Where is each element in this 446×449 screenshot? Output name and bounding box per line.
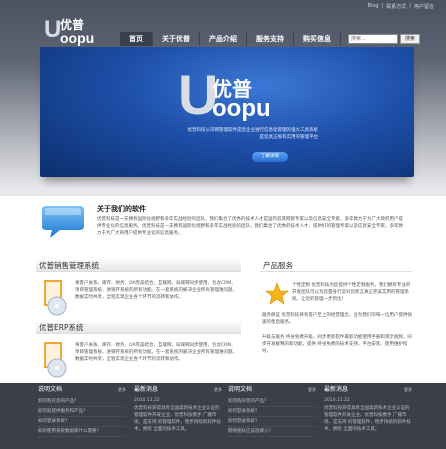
service-heading: 产品服务 bbox=[260, 260, 412, 272]
about-title: 关于我们的软件 bbox=[97, 205, 146, 213]
logo-english: oopu bbox=[60, 30, 95, 46]
about-section: 关于我们的软件 优普科技是一支拥有国际化视野和多年实战经验的团队，我们集合了优秀… bbox=[40, 200, 414, 252]
speech-bubble-icon bbox=[42, 206, 84, 238]
more-link[interactable]: 更多 bbox=[214, 383, 222, 397]
nav-products[interactable]: 产品介绍 bbox=[200, 32, 247, 46]
separator: | bbox=[409, 3, 411, 9]
footer-link[interactable]: 网络图标应该放哪儿？ bbox=[228, 427, 316, 437]
banner-text-line: 优普科技公司网管理软件是您企业进行信息化管理的强大工具系统 bbox=[187, 128, 319, 133]
sales-system-heading[interactable]: 优普销售管理系统 bbox=[36, 260, 241, 272]
banner-text-line: 是您具正规有实用的管理平台 bbox=[259, 135, 319, 140]
more-link[interactable]: 更多 bbox=[308, 383, 316, 397]
star-icon bbox=[265, 282, 289, 305]
contact-link[interactable]: 联系方式 bbox=[386, 3, 406, 10]
more-link[interactable]: 更多 bbox=[404, 383, 412, 397]
footer-link[interactable]: 如何登录系统？ bbox=[38, 417, 126, 427]
footer-col-docs: 说明文档 更多 如何购买您的产品？ 如何就提供服务和产品？ 如何登录系统？ 如何使… bbox=[38, 383, 126, 437]
banner-text: 优普科技公司网管理软件是您企业进行信息化管理的强大工具系统 是您具正规有实用的管… bbox=[148, 127, 319, 141]
news-date: 2010.11.22 bbox=[134, 398, 160, 403]
footer-col-title: 说明文档 bbox=[228, 386, 253, 393]
erp-system-title: 优普ERP系统 bbox=[39, 323, 84, 332]
blog-link[interactable]: Blog bbox=[368, 3, 379, 10]
news-date: 2010.11.22 bbox=[324, 398, 350, 403]
footer-col-title: 说明文档 bbox=[38, 386, 63, 393]
banner-logo-english: oopu bbox=[212, 95, 271, 122]
nav-support[interactable]: 服务支持 bbox=[247, 32, 294, 46]
footer-col-news-2: 最新消息 更多 2010.11.22 优普科技获得具有全国高新技术企业认证的管理软… bbox=[324, 383, 412, 433]
separator: | bbox=[381, 3, 384, 9]
sales-system-card: 将客户关系、库存、财务、OA完美结合，互联网、局域网同步使用。包含CRM、项目管… bbox=[40, 276, 245, 322]
software-box-icon bbox=[44, 280, 67, 316]
learn-more-button[interactable]: 了解详情 bbox=[252, 152, 288, 162]
search-input[interactable] bbox=[348, 34, 398, 44]
nav-home[interactable]: 首页 bbox=[120, 32, 153, 46]
service-title: 产品服务 bbox=[263, 261, 293, 270]
software-box-icon bbox=[44, 342, 67, 378]
service-custom-text: 个性定制 优普科技为您提供个性定制服务，我们拥有专业的开发团队可以为您量身打造对… bbox=[292, 283, 411, 302]
footer-link[interactable]: 如何购买您的产品？ bbox=[228, 397, 316, 407]
footer-col-title: 最新消息 bbox=[324, 386, 349, 393]
top-links: Blog | 联系方式 | 用户留言 bbox=[368, 3, 434, 10]
service-upgrade-text: 升级与服务 终身免费升级，同步更新软件最新功能使用手册和演示视频，同步开发解释的… bbox=[262, 335, 412, 354]
about-text: 优普科技是一支拥有国际化视野和多年实战经验的团队，我们集合了优秀的技术人才是国内… bbox=[97, 217, 403, 236]
main-nav: 首页 关于优普 产品介绍 服务支持 购买信息 bbox=[120, 32, 341, 46]
service-guarantee-text: 服务保证 优普科技将有客户至上的经营理念，业为我们的每一位用户提供快速的售后服务… bbox=[262, 313, 412, 325]
erp-system-heading[interactable]: 优普ERP系统 bbox=[36, 322, 241, 334]
footer-link[interactable]: 如何登录系统？ bbox=[228, 407, 316, 417]
more-link[interactable]: 更多 bbox=[118, 383, 126, 397]
footer-col-docs-2: 说明文档 更多 如何购买您的产品？ 如何登录系统？ 如何登录系统？ 网络图标应该放… bbox=[228, 383, 316, 437]
hero-banner: U 优普 oopu 优普科技公司网管理软件是您企业进行信息化管理的强大工具系统 … bbox=[40, 47, 414, 177]
footer-col-news: 最新消息 更多 2010.11.22 优普科技获得具有全国高新技术企业认证的管理软… bbox=[134, 383, 222, 433]
news-text: 优普科技获得具有全国高新技术企业认证的管理软件开发企业。优普科技携手 广播市场，… bbox=[324, 406, 411, 432]
sales-system-description: 将客户关系、库存、财务、OA完美结合，互联网、局域网同步使用。包含CRM、项目管… bbox=[75, 281, 237, 300]
search-button[interactable]: 搜索 bbox=[400, 34, 420, 44]
nav-about[interactable]: 关于优普 bbox=[153, 32, 200, 46]
erp-system-card: 将客户关系、库存、财务、OA完美结合，互联网、局域网同步使用。包含CRM、项目管… bbox=[40, 338, 245, 384]
search-bar: 搜索 bbox=[348, 34, 420, 44]
erp-system-description: 将客户关系、库存、财务、OA完美结合，互联网、局域网同步使用。包含CRM、项目管… bbox=[75, 343, 237, 362]
banner-logo: U 优普 oopu bbox=[178, 67, 288, 127]
site-logo[interactable]: U 优普 oopu bbox=[44, 14, 99, 46]
nav-purchase[interactable]: 购买信息 bbox=[294, 32, 341, 46]
footer-link[interactable]: 如何就提供服务和产品？ bbox=[38, 407, 126, 417]
news-text: 优普科技获得具有全国高新技术企业认证的管理软件开发企业。优普科技携手 广播市场，… bbox=[134, 406, 221, 432]
footer: 说明文档 更多 如何购买您的产品？ 如何就提供服务和产品？ 如何登录系统？ 如何使… bbox=[0, 383, 446, 449]
sales-system-title: 优普销售管理系统 bbox=[39, 261, 99, 270]
logo-letter: U bbox=[44, 16, 61, 43]
footer-link[interactable]: 如何登录系统？ bbox=[228, 417, 316, 427]
guestbook-link[interactable]: 用户留言 bbox=[414, 3, 434, 10]
footer-col-title: 最新消息 bbox=[134, 386, 159, 393]
footer-link[interactable]: 如何购买您的产品？ bbox=[38, 397, 126, 407]
footer-link[interactable]: 如何使用系统数据库什么需要？ bbox=[38, 427, 126, 437]
